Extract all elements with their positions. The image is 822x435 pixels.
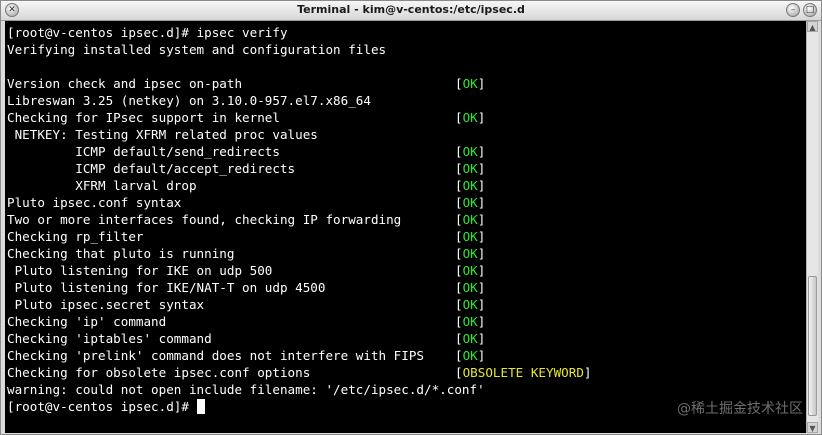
status-value: OK xyxy=(462,331,478,346)
status-value: OK xyxy=(462,178,478,193)
terminal-line-text: Verifying installed system and configura… xyxy=(7,42,387,57)
terminal-line-text: NETKEY: Testing XFRM related proc values xyxy=(7,127,318,142)
terminal-line: [root@v-centos ipsec.d]# xyxy=(7,398,205,415)
window-title: Terminal - kim@v-centos:/etc/ipsec.d xyxy=(297,3,525,16)
terminal-line: Pluto ipsec.secret syntax [OK] xyxy=(7,296,486,313)
terminal-line: Checking that pluto is running [OK] xyxy=(7,245,485,262)
terminal-line-text: Pluto listening for IKE on udp 500 xyxy=(7,263,273,278)
terminal-line-text: [root@v-centos ipsec.d]# xyxy=(7,399,197,414)
status-value: OK xyxy=(462,229,478,244)
status-value: OK xyxy=(462,195,478,210)
terminal-line: Checking for obsolete ipsec.conf options… xyxy=(7,364,592,381)
terminal-line: Checking 'iptables' command [OK] xyxy=(7,330,485,347)
status-value: OK xyxy=(462,314,478,329)
status-value: OK xyxy=(462,212,478,227)
terminal-line: XFRM larval drop [OK] xyxy=(7,177,485,194)
status-badge: [OK] xyxy=(455,229,486,244)
scroll-down-icon[interactable]: ▼ xyxy=(807,422,818,433)
status-value: OK xyxy=(462,110,478,125)
status-value: OK xyxy=(462,280,478,295)
terminal-line-text: Checking that pluto is running xyxy=(7,246,235,261)
status-value: OK xyxy=(462,263,478,278)
status-badge: [OK] xyxy=(455,263,486,278)
terminal-line-text: Version check and ipsec on-path xyxy=(7,76,243,91)
terminal-line-text: Pluto listening for IKE/NAT-T on udp 450… xyxy=(7,280,326,295)
vertical-scrollbar[interactable]: ▲ ▼ xyxy=(806,21,818,433)
status-badge: [OK] xyxy=(455,280,486,295)
terminal-line: Libreswan 3.25 (netkey) on 3.10.0-957.el… xyxy=(7,92,371,109)
terminal-line: NETKEY: Testing XFRM related proc values xyxy=(7,126,318,143)
scroll-up-icon[interactable]: ▲ xyxy=(807,21,818,32)
status-value: OK xyxy=(462,144,478,159)
terminal-line: warning: could not open include filename… xyxy=(7,381,485,398)
terminal-line-text: Pluto ipsec.conf syntax xyxy=(7,195,182,210)
terminal-line-text: Pluto ipsec.secret syntax xyxy=(7,297,205,312)
status-value: OBSOLETE KEYWORD xyxy=(462,365,584,380)
status-value: OK xyxy=(462,297,478,312)
status-value: OK xyxy=(462,348,478,363)
terminal-line: Verifying installed system and configura… xyxy=(7,41,386,58)
terminal-line: Pluto listening for IKE on udp 500 [OK] xyxy=(7,262,486,279)
terminal-line-text: XFRM larval drop xyxy=(7,178,197,193)
terminal-line-text: ICMP default/accept_redirects xyxy=(7,161,296,176)
terminal-line: [root@v-centos ipsec.d]# ipsec verify xyxy=(7,24,288,41)
terminal-line: Pluto ipsec.conf syntax [OK] xyxy=(7,194,485,211)
terminal-line-text: ICMP default/send_redirects xyxy=(7,144,280,159)
terminal-line: ICMP default/send_redirects [OK] xyxy=(7,143,485,160)
status-badge: [OK] xyxy=(455,212,486,227)
terminal-line: Pluto listening for IKE/NAT-T on udp 450… xyxy=(7,279,486,296)
status-badge: [OK] xyxy=(455,161,486,176)
maximize-icon[interactable]: □ xyxy=(803,3,817,17)
status-badge: [OK] xyxy=(455,314,486,329)
terminal-window: ✕ Terminal - kim@v-centos:/etc/ipsec.d –… xyxy=(0,0,822,435)
terminal-line-text: Checking 'iptables' command xyxy=(7,331,212,346)
minimize-icon[interactable]: – xyxy=(786,3,800,17)
terminal-line: Checking 'prelink' command does not inte… xyxy=(7,347,485,364)
terminal-output[interactable]: [root@v-centos ipsec.d]# ipsec verify Ver… xyxy=(5,21,807,433)
status-badge: [OK] xyxy=(455,178,486,193)
terminal-line-text: Checking 'ip' command xyxy=(7,314,167,329)
terminal-line-text: [root@v-centos ipsec.d]# ipsec verify xyxy=(7,25,288,40)
status-badge: [OK] xyxy=(455,110,486,125)
terminal-line: ICMP default/accept_redirects [OK] xyxy=(7,160,485,177)
terminal-line: Version check and ipsec on-path [OK] xyxy=(7,75,485,92)
status-value: OK xyxy=(462,76,478,91)
status-badge: [OK] xyxy=(455,331,486,346)
terminal-line-text: Checking for IPsec support in kernel xyxy=(7,110,280,125)
title-bar[interactable]: ✕ Terminal - kim@v-centos:/etc/ipsec.d –… xyxy=(1,1,821,21)
status-badge: [OK] xyxy=(455,76,486,91)
status-badge: [OK] xyxy=(455,297,486,312)
status-badge: [OBSOLETE KEYWORD] xyxy=(455,365,592,380)
terminal-line-text: Libreswan 3.25 (netkey) on 3.10.0-957.el… xyxy=(7,93,371,108)
status-value: OK xyxy=(462,161,478,176)
terminal-line-text: Checking rp_filter xyxy=(7,229,144,244)
status-badge: [OK] xyxy=(455,195,486,210)
status-badge: [OK] xyxy=(455,144,486,159)
terminal-line: Checking rp_filter [OK] xyxy=(7,228,485,245)
status-value: OK xyxy=(462,246,478,261)
status-badge: [OK] xyxy=(455,348,486,363)
terminal-line: Checking for IPsec support in kernel [OK] xyxy=(7,109,485,126)
watermark: @稀土掘金技术社区 xyxy=(677,401,803,417)
terminal-cursor xyxy=(196,399,205,414)
terminal-line-text: warning: could not open include filename… xyxy=(7,382,485,397)
status-badge: [OK] xyxy=(455,246,486,261)
terminal-line-text: Checking 'prelink' command does not inte… xyxy=(7,348,425,363)
terminal-line: Checking 'ip' command [OK] xyxy=(7,313,485,330)
scrollbar-thumb[interactable] xyxy=(808,276,817,416)
terminal-line: Two or more interfaces found, checking I… xyxy=(7,211,485,228)
terminal-line-text: Checking for obsolete ipsec.conf options xyxy=(7,365,311,380)
terminal-line-text: Two or more interfaces found, checking I… xyxy=(7,212,402,227)
